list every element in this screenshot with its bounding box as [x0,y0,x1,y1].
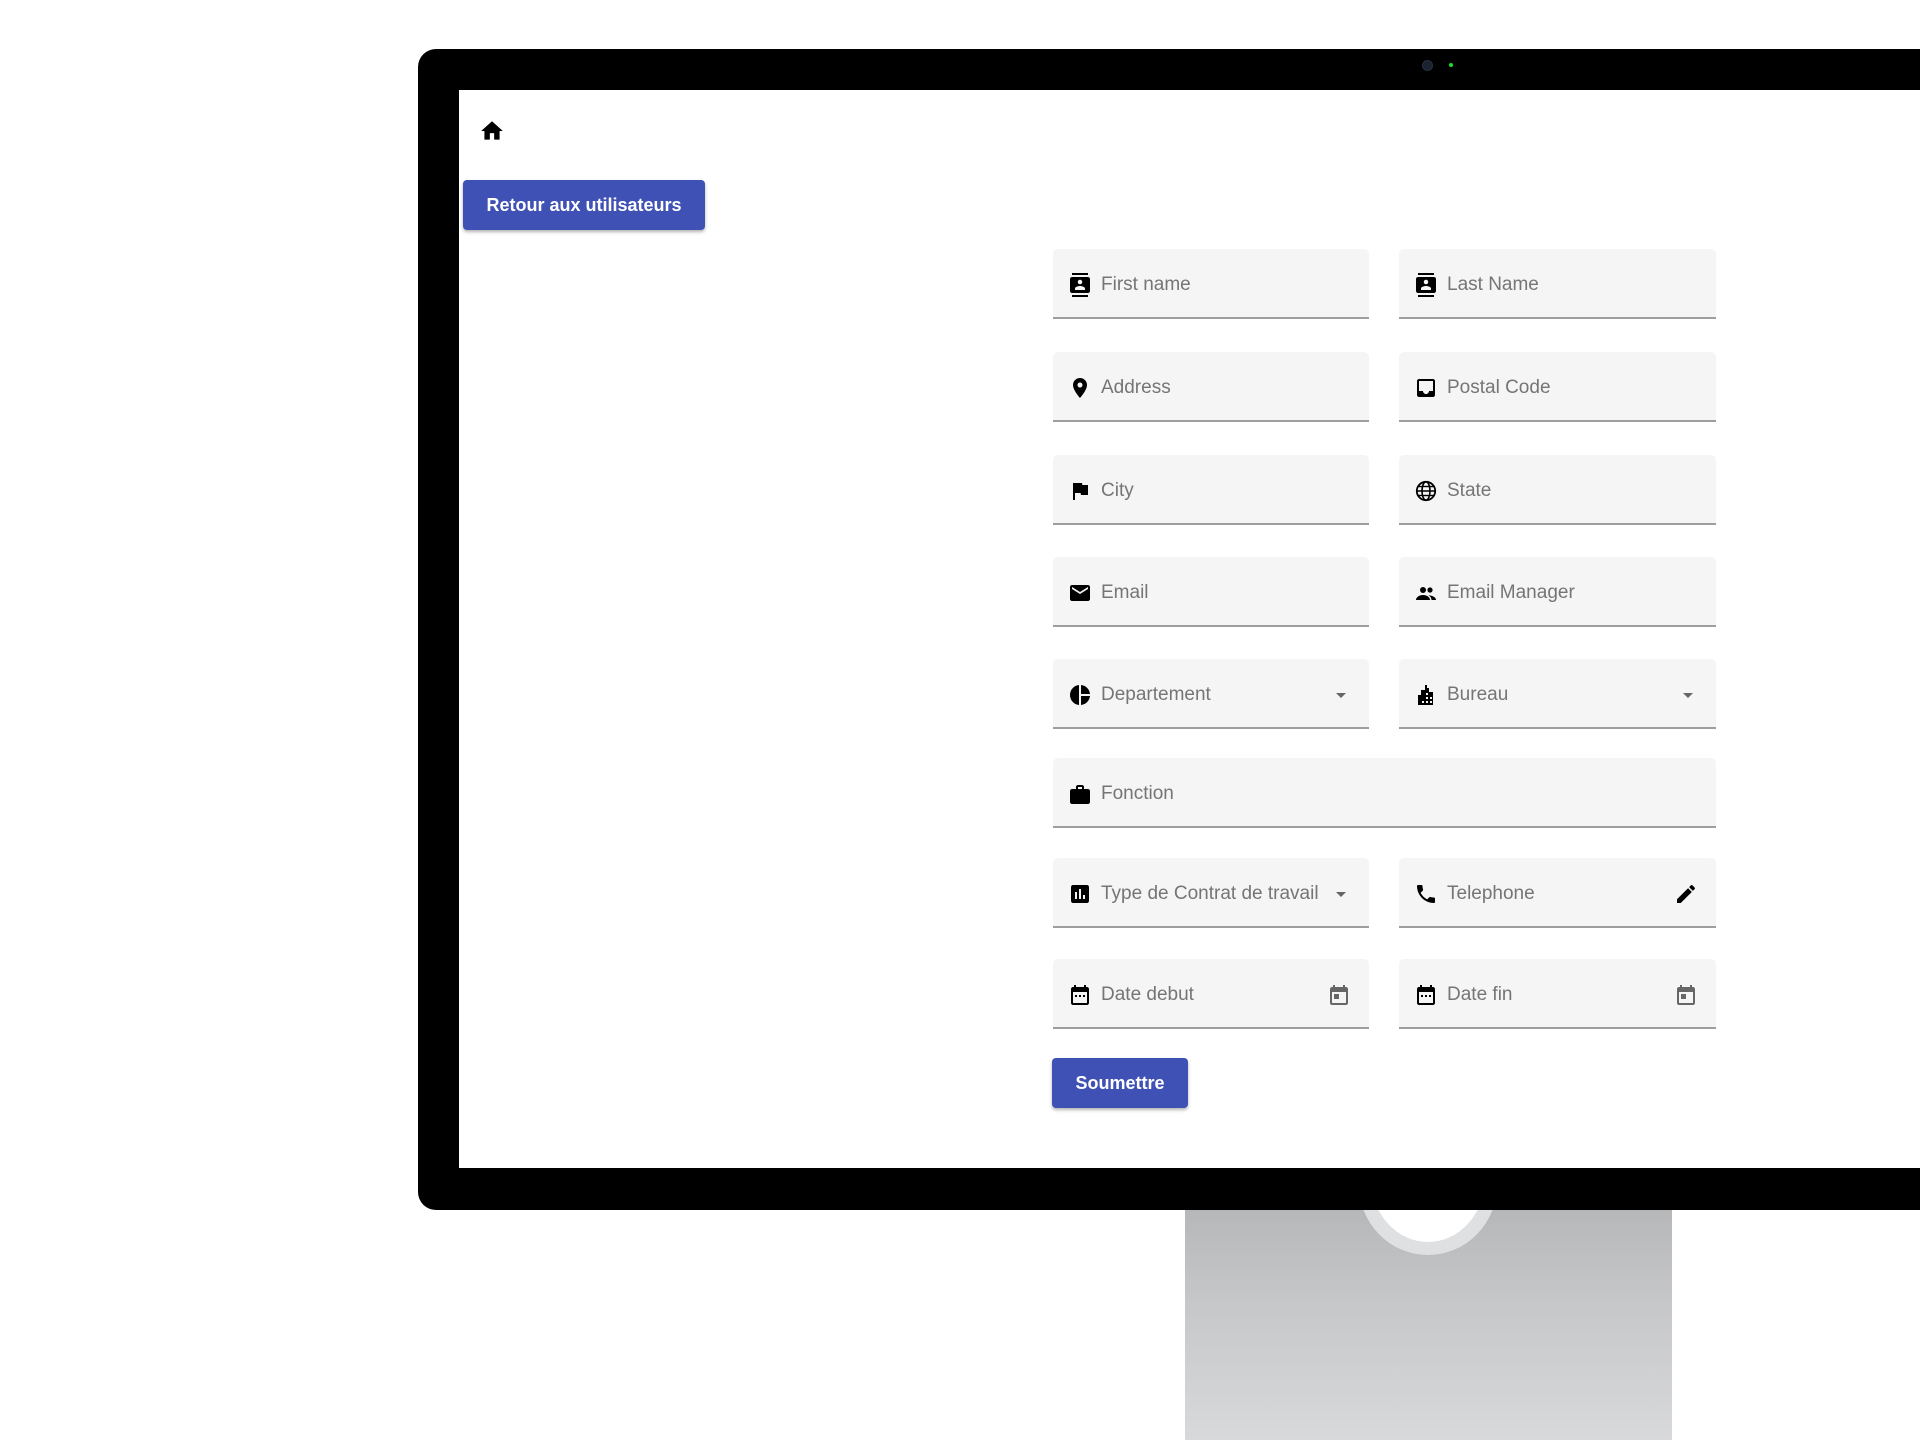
contract-type-label: Type de Contrat de travail [1101,883,1319,904]
mail-icon [1070,585,1090,601]
globe-icon [1415,480,1437,502]
calendar-icon [1071,985,1089,1005]
first-name-field[interactable]: First name [1053,249,1369,319]
contact-badge-icon [1070,273,1090,297]
location-pin-icon [1073,378,1087,398]
back-to-users-button[interactable]: Retour aux utilisateurs [463,180,705,230]
last-name-field[interactable]: Last Name [1399,249,1716,319]
flag-icon [1073,483,1088,500]
pie-chart-icon [1070,685,1090,705]
bureau-select[interactable]: Bureau [1399,659,1716,729]
dropdown-arrow-icon[interactable] [1676,683,1700,707]
dropdown-arrow-icon[interactable] [1329,683,1353,707]
email-manager-label: Email Manager [1447,582,1575,603]
date-debut-label: Date debut [1101,984,1194,1005]
pencil-icon[interactable] [1674,882,1698,906]
webcam [1422,60,1433,71]
email-manager-field[interactable]: Email Manager [1399,557,1716,627]
contract-type-select[interactable]: Type de Contrat de travail [1053,858,1369,928]
city-field[interactable]: City [1053,455,1369,525]
power-led [1449,63,1453,67]
address-field[interactable]: Address [1053,352,1369,422]
people-icon [1416,587,1436,600]
departement-label: Departement [1101,684,1211,705]
submit-button[interactable]: Soumettre [1052,1058,1188,1108]
email-field[interactable]: Email [1053,557,1369,627]
briefcase-icon [1070,785,1090,804]
address-label: Address [1101,377,1171,398]
city-label: City [1101,480,1134,501]
fonction-field[interactable]: Fonction [1053,758,1716,828]
phone-icon [1417,885,1435,903]
departement-select[interactable]: Departement [1053,659,1369,729]
dropdown-arrow-icon[interactable] [1329,882,1353,906]
postal-code-label: Postal Code [1447,377,1551,398]
date-fin-field[interactable]: Date fin [1399,959,1716,1029]
building-icon [1418,685,1433,705]
contact-badge-icon [1416,273,1436,297]
fonction-label: Fonction [1101,783,1174,804]
first-name-label: First name [1101,274,1191,295]
telephone-label: Telephone [1447,883,1535,904]
app-screen: Retour aux utilisateurs First name Last … [459,90,1920,1168]
calendar-picker-icon[interactable] [1327,983,1351,1007]
bar-chart-icon [1071,885,1089,903]
email-label: Email [1101,582,1149,603]
state-label: State [1447,480,1492,501]
state-field[interactable]: State [1399,455,1716,525]
monitor-stand [1185,1210,1672,1440]
date-fin-label: Date fin [1447,984,1513,1005]
date-debut-field[interactable]: Date debut [1053,959,1369,1029]
postal-code-field[interactable]: Postal Code [1399,352,1716,422]
inbox-icon [1417,379,1435,397]
bureau-label: Bureau [1447,684,1509,705]
calendar-picker-icon[interactable] [1674,983,1698,1007]
telephone-field[interactable]: Telephone [1399,858,1716,928]
last-name-label: Last Name [1447,274,1539,295]
home-icon[interactable] [478,118,506,144]
calendar-icon [1417,985,1435,1005]
